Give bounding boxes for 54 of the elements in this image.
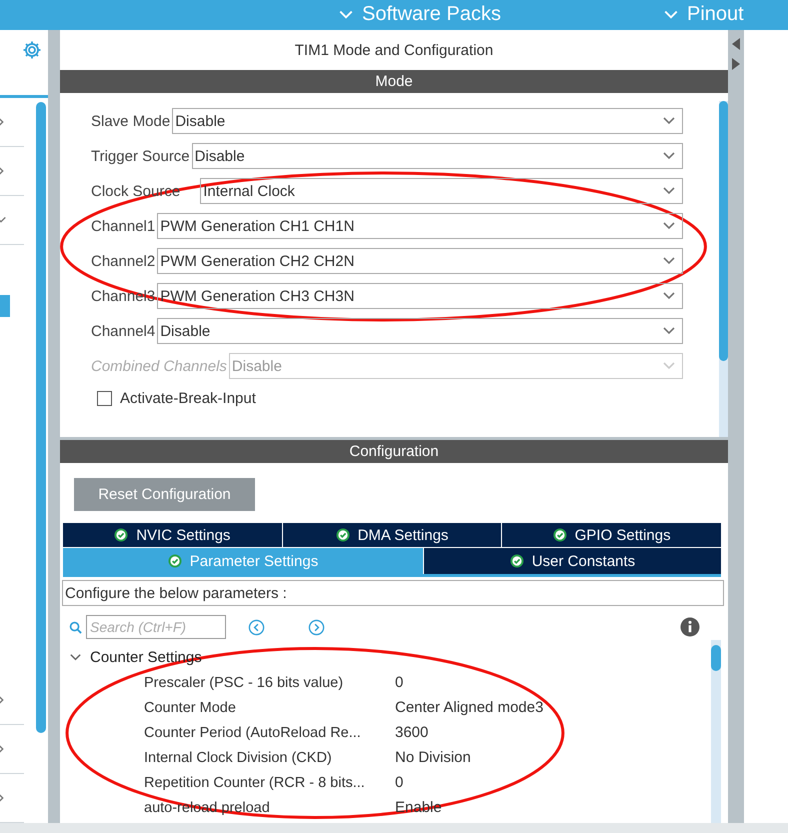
field-label: Channel1 xyxy=(91,218,156,234)
scrollbar[interactable] xyxy=(36,102,46,733)
dropdown[interactable]: PWM Generation CH3 CH3N xyxy=(157,283,683,309)
parameter-value: Center Aligned mode3 xyxy=(395,699,544,716)
scrollbar[interactable] xyxy=(719,101,728,437)
parameter-name: Prescaler (PSC - 16 bits value) xyxy=(144,674,344,690)
dropdown[interactable]: PWM Generation CH2 CH2N xyxy=(157,248,683,274)
field-label: Channel4 xyxy=(91,322,156,340)
tab[interactable]: GPIO Settings xyxy=(502,523,722,547)
check-circle-icon xyxy=(336,528,350,542)
section-header: Mode xyxy=(60,70,728,93)
parameter-value: 0 xyxy=(395,674,404,691)
search-field[interactable]: Search (Ctrl+F) xyxy=(86,615,226,639)
check-circle-icon xyxy=(552,528,567,542)
parameter-value: 3600 xyxy=(395,724,428,741)
field-label: Channel3 xyxy=(91,288,156,304)
parameter-name: Internal Clock Division (CKD) xyxy=(144,750,333,766)
tab[interactable]: User Constants xyxy=(424,548,721,574)
parameter-value: No Division xyxy=(395,749,471,766)
collapse-left-icon xyxy=(732,38,740,50)
previous-icon xyxy=(248,618,265,636)
panel-title: TIM1 Mode and Configuration xyxy=(294,40,494,60)
settings-icon xyxy=(22,40,42,60)
list-item[interactable] xyxy=(0,295,10,317)
field-label: Combined Channels xyxy=(91,358,227,374)
next-icon xyxy=(308,618,325,636)
tab[interactable]: DMA Settings xyxy=(282,523,502,547)
field-label: Slave Mode xyxy=(91,112,170,130)
info-icon xyxy=(680,617,700,637)
parameter-value: 0 xyxy=(395,774,404,791)
expand-right-icon xyxy=(732,58,740,70)
parameter-name: Repetition Counter (RCR - 8 bits... xyxy=(144,774,366,790)
section-header: Configuration xyxy=(60,440,728,463)
parameter-name: Counter Mode xyxy=(144,700,237,716)
search-icon xyxy=(69,620,82,634)
field-label: Trigger Source xyxy=(91,148,190,164)
check-circle-icon xyxy=(168,554,182,568)
parameter-name: Counter Period (AutoReload Re... xyxy=(144,724,362,740)
checkbox[interactable] xyxy=(97,391,112,406)
dropdown[interactable]: Internal Clock xyxy=(200,178,683,204)
dropdown[interactable]: Disable xyxy=(172,108,683,134)
scrollbar[interactable] xyxy=(711,640,721,823)
dropdown[interactable]: Disable xyxy=(157,318,683,344)
description-field: Configure the below parameters : xyxy=(62,580,724,606)
dropdown: Disable xyxy=(228,353,683,379)
dropdown[interactable]: PWM Generation CH1 CH1N xyxy=(157,213,683,239)
splitter[interactable] xyxy=(48,30,60,823)
dropdown[interactable]: Disable xyxy=(192,143,683,169)
group-label[interactable]: Counter Settings xyxy=(90,649,202,666)
field-label: Channel2 xyxy=(91,252,156,270)
check-circle-icon xyxy=(510,554,524,568)
checkbox-label: Activate-Break-Input xyxy=(120,390,256,407)
check-circle-icon xyxy=(114,528,128,542)
tab[interactable]: NVIC Settings xyxy=(63,523,282,547)
